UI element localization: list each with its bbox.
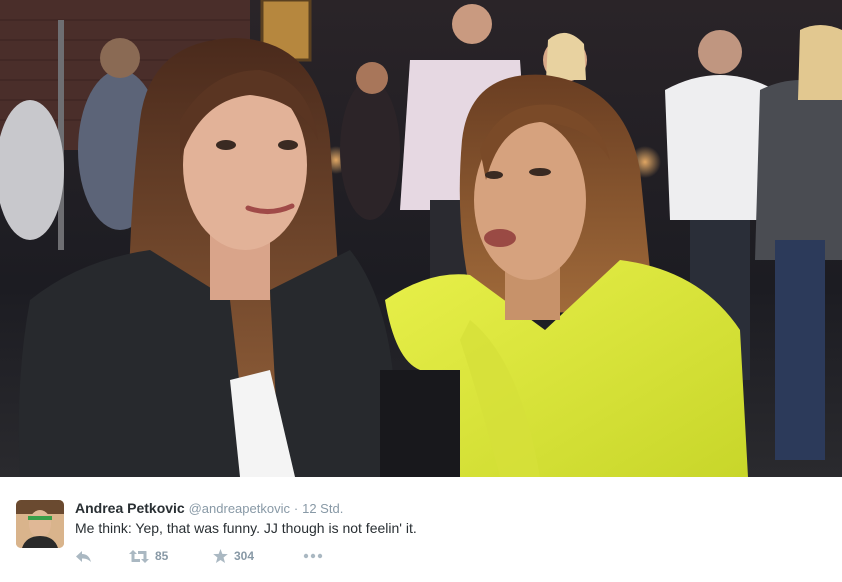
- more-icon: [303, 553, 323, 559]
- more-button[interactable]: [303, 553, 323, 559]
- separator: ·: [293, 501, 299, 516]
- avatar[interactable]: [16, 500, 64, 548]
- tweet-header: Andrea Petkovic @andreapetkovic · 12 Std…: [75, 499, 343, 518]
- tweet-actions: 85 304: [75, 547, 323, 565]
- timestamp[interactable]: 12 Std.: [302, 501, 343, 516]
- favorite-button[interactable]: 304: [213, 549, 303, 563]
- user-handle[interactable]: @andreapetkovic: [189, 501, 290, 516]
- retweet-count: 85: [155, 549, 169, 563]
- avatar-image: [16, 500, 64, 548]
- favorite-count: 304: [234, 549, 255, 563]
- retweet-icon: [129, 549, 149, 563]
- display-name[interactable]: Andrea Petkovic: [75, 500, 185, 516]
- star-icon: [213, 549, 228, 563]
- tweet-photo[interactable]: [0, 0, 842, 477]
- photo-illustration: [0, 0, 842, 477]
- reply-button[interactable]: [75, 550, 129, 563]
- tweet: Andrea Petkovic @andreapetkovic · 12 Std…: [0, 477, 842, 582]
- tweet-text: Me think: Yep, that was funny. JJ though…: [75, 520, 417, 536]
- retweet-button[interactable]: 85: [129, 549, 213, 563]
- reply-icon: [76, 550, 91, 562]
